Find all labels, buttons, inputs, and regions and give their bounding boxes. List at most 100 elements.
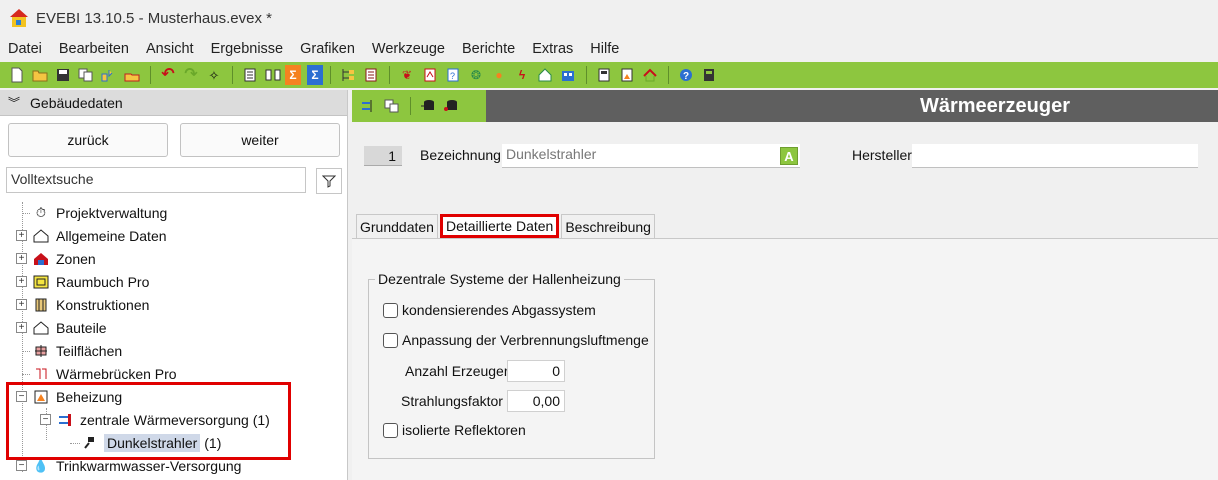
network-icon[interactable]: ❂ xyxy=(465,65,487,85)
panel-header[interactable]: ︾ Gebäudedaten xyxy=(0,90,347,116)
tree-item-teilflaechen[interactable]: Teilflächen xyxy=(22,340,122,362)
tree-item-konstruktionen[interactable]: + Konstruktionen xyxy=(16,294,149,316)
copy-icon[interactable] xyxy=(75,65,97,85)
right-panel: Wärmeerzeuger 1 Bezeichnung Dunkelstrahl… xyxy=(352,90,1218,480)
report-icon[interactable] xyxy=(593,65,615,85)
reflektoren-checkbox-row[interactable]: isolierte Reflektoren xyxy=(383,422,526,438)
tree-item-zonen[interactable]: + Zonen xyxy=(16,248,96,270)
tree-item-bauteile[interactable]: + Bauteile xyxy=(16,317,107,339)
tab-bar: Grunddaten Detaillierte Daten Beschreibu… xyxy=(356,214,657,238)
menu-extras[interactable]: Extras xyxy=(532,41,573,57)
room-book-icon xyxy=(32,273,50,291)
new-file-icon[interactable] xyxy=(6,65,28,85)
component-house-icon xyxy=(32,319,50,337)
expand-icon[interactable]: + xyxy=(16,276,27,287)
menu-hilfe[interactable]: Hilfe xyxy=(590,41,619,57)
hallenheizung-group: Dezentrale Systeme der Hallenheizung kon… xyxy=(368,271,655,459)
menu-bar: Datei Bearbeiten Ansicht Ergebnisse Graf… xyxy=(0,38,1218,60)
hersteller-field[interactable] xyxy=(912,144,1198,168)
back-button[interactable]: zurück xyxy=(8,123,168,157)
question-icon[interactable]: ? xyxy=(675,65,697,85)
filter-icon[interactable] xyxy=(316,168,342,194)
export-icon[interactable] xyxy=(121,65,143,85)
sun-icon[interactable]: ● xyxy=(488,65,510,85)
svg-text:?: ? xyxy=(450,71,455,81)
save-icon[interactable] xyxy=(52,65,74,85)
redo-icon[interactable]: ↷ xyxy=(180,65,202,85)
chart-icon[interactable] xyxy=(616,65,638,85)
collapse-icon[interactable]: − xyxy=(16,460,27,471)
lightning-icon[interactable]: ϟ xyxy=(511,65,533,85)
delete-record-icon[interactable] xyxy=(440,96,462,116)
copy-record-icon[interactable] xyxy=(381,96,403,116)
menu-ansicht[interactable]: Ansicht xyxy=(146,41,194,57)
pdf-icon[interactable] xyxy=(419,65,441,85)
roof-icon[interactable] xyxy=(639,65,661,85)
tree-item-allgemeine-daten[interactable]: + Allgemeine Daten xyxy=(16,225,167,247)
reflektoren-checkbox[interactable] xyxy=(383,422,398,438)
expand-icon[interactable]: + xyxy=(16,322,27,333)
menu-datei[interactable]: Datei xyxy=(8,41,42,57)
section-title: Wärmeerzeuger xyxy=(919,94,1070,117)
stopwatch-icon: ⏱ xyxy=(35,205,47,220)
house-icon xyxy=(32,227,50,245)
autotext-button[interactable]: A xyxy=(780,147,798,165)
expand-icon[interactable]: + xyxy=(16,253,27,264)
menu-ergebnisse[interactable]: Ergebnisse xyxy=(211,41,284,57)
bird-icon[interactable]: ❦ xyxy=(396,65,418,85)
menu-werkzeuge[interactable]: Werkzeuge xyxy=(372,41,445,57)
kondensierendes-checkbox[interactable] xyxy=(383,302,398,318)
search-input[interactable]: Volltextsuche xyxy=(6,167,306,193)
split-icon[interactable] xyxy=(262,65,284,85)
anzahl-erzeuger-label: Anzahl Erzeuger xyxy=(405,363,509,379)
open-folder-icon[interactable] xyxy=(29,65,51,85)
expand-icon[interactable]: + xyxy=(16,230,27,241)
tree-item-projektverwaltung[interactable]: ⏱ Projektverwaltung xyxy=(22,202,167,224)
svg-text:?: ? xyxy=(683,71,689,82)
collapse-chevron-icon[interactable]: ︾ xyxy=(8,94,20,111)
anpassung-checkbox[interactable] xyxy=(383,332,398,348)
menu-berichte[interactable]: Berichte xyxy=(462,41,515,57)
arrange-icon[interactable] xyxy=(358,96,380,116)
window-title: EVEBI 13.10.5 - Musterhaus.evex * xyxy=(36,9,272,27)
anpassung-checkbox-row[interactable]: Anpassung der Verbrennungsluftmenge xyxy=(383,332,649,348)
tab-detaillierte-daten[interactable]: Detaillierte Daten xyxy=(439,214,560,238)
menu-bearbeiten[interactable]: Bearbeiten xyxy=(59,41,129,57)
expand-icon[interactable]: + xyxy=(16,299,27,310)
add-record-icon[interactable] xyxy=(417,96,439,116)
record-index: 1 xyxy=(364,146,402,166)
hersteller-label: Hersteller xyxy=(852,147,912,163)
strahlungsfaktor-label: Strahlungsfaktor xyxy=(401,393,503,409)
tab-beschreibung[interactable]: Beschreibung xyxy=(561,214,655,238)
tree-item-raumbuch-pro[interactable]: + Raumbuch Pro xyxy=(16,271,149,293)
tree-icon[interactable] xyxy=(337,65,359,85)
import-icon[interactable] xyxy=(98,65,120,85)
menu-grafiken[interactable]: Grafiken xyxy=(300,41,355,57)
wand-icon[interactable]: ✧ xyxy=(203,65,225,85)
zone-house-icon xyxy=(32,250,50,268)
app-house-icon xyxy=(10,9,28,27)
title-bar: EVEBI 13.10.5 - Musterhaus.evex * xyxy=(0,0,1218,36)
calculator-icon[interactable] xyxy=(698,65,720,85)
document-icon[interactable] xyxy=(239,65,261,85)
help-doc-icon[interactable]: ? xyxy=(442,65,464,85)
main-toolbar: ↶ ↷ ✧ Σ Σ ❦ ? ❂ ● ϟ ? xyxy=(0,62,1218,88)
bezeichnung-field[interactable]: Dunkelstrahler xyxy=(502,144,800,168)
tab-grunddaten[interactable]: Grunddaten xyxy=(356,214,438,238)
strahlungsfaktor-input[interactable]: 0,00 xyxy=(507,390,565,412)
left-panel: ︾ Gebäudedaten zurück weiter Volltextsuc… xyxy=(0,90,348,480)
anzahl-erzeuger-input[interactable]: 0 xyxy=(507,360,565,382)
section-header: Wärmeerzeuger xyxy=(486,90,1218,122)
kondensierendes-checkbox-row[interactable]: kondensierendes Abgassystem xyxy=(383,302,596,318)
sum-icon[interactable]: Σ xyxy=(285,65,301,85)
next-button[interactable]: weiter xyxy=(180,123,340,157)
list-icon[interactable] xyxy=(360,65,382,85)
tab-content: Dezentrale Systeme der Hallenheizung kon… xyxy=(352,238,1218,480)
house-check-icon[interactable] xyxy=(534,65,556,85)
bezeichnung-label: Bezeichnung xyxy=(420,147,501,163)
surface-icon xyxy=(32,342,50,360)
building-icon[interactable] xyxy=(557,65,579,85)
undo-icon[interactable]: ↶ xyxy=(157,65,179,85)
sigma-icon[interactable]: Σ xyxy=(307,65,323,85)
detail-toolbar xyxy=(352,90,486,122)
